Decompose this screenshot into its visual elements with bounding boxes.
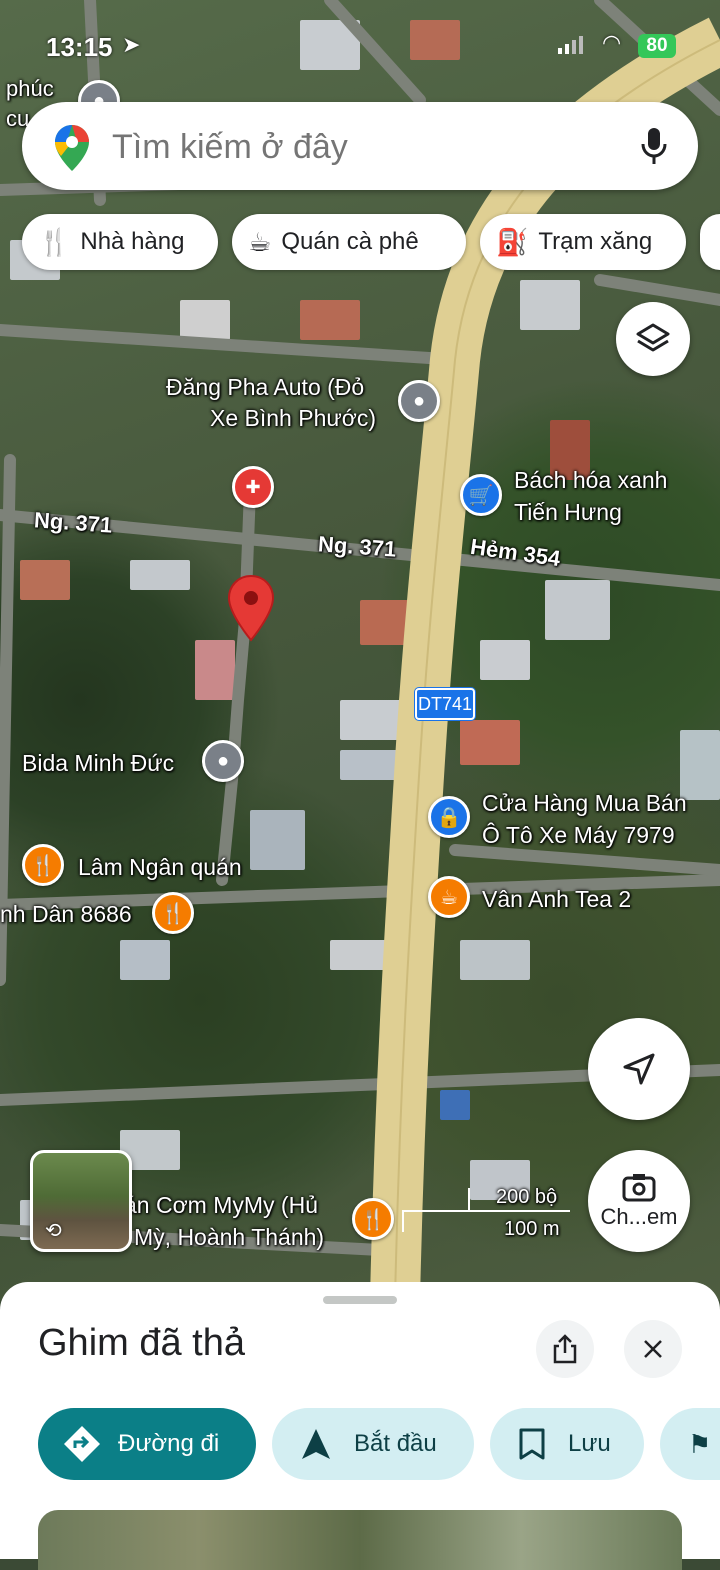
place-marker-icon[interactable]: ● (398, 380, 440, 422)
sheet-title: Ghim đã thả (38, 1322, 245, 1364)
restaurant-marker-icon[interactable]: 🍴 (352, 1198, 394, 1240)
layers-button[interactable] (616, 302, 690, 376)
route-shield: DT741 (415, 688, 475, 720)
directions-icon (64, 1426, 100, 1462)
gas-station-icon: ⛽ (496, 226, 529, 257)
pharmacy-marker-icon[interactable]: ✚ (232, 466, 274, 508)
dropped-pin-icon[interactable] (227, 574, 275, 642)
street-label: Ng. 371 (33, 507, 114, 538)
camera-icon (622, 1174, 656, 1202)
location-arrow-icon: ➤ (122, 32, 141, 57)
chip-gas[interactable]: ⛽ Trạm xăng (480, 214, 686, 270)
start-label: Bắt đầu (354, 1430, 437, 1457)
coffee-marker-icon[interactable]: ☕ (428, 876, 470, 918)
map-label-cua-hang[interactable]: Cửa Hàng Mua Bán (482, 788, 687, 818)
shopping-bag-icon[interactable]: 🔒 (428, 796, 470, 838)
scale-label-meters: 100 m (504, 1218, 560, 1240)
restaurant-marker-icon[interactable]: 🍴 (152, 892, 194, 934)
map-label-lam-ngan[interactable]: Lâm Ngân quán (78, 852, 242, 882)
map-label-bach-hoa[interactable]: Bách hóa xanh (514, 465, 667, 495)
my-location-button[interactable] (588, 1018, 690, 1120)
chip-label: Trạm xăng (538, 228, 653, 255)
save-label: Lưu (568, 1430, 611, 1457)
map-label-com[interactable]: Mỳ, Hoành Thánh) (134, 1222, 324, 1252)
map-label-nh-dan[interactable]: nh Dân 8686 (0, 899, 132, 929)
share-button[interactable] (536, 1320, 594, 1378)
status-time: 13:15 (46, 32, 113, 62)
map-label: phúc (6, 76, 54, 101)
bookmark-icon (519, 1428, 545, 1460)
camera-search-button[interactable]: Ch...em (588, 1150, 690, 1252)
place-marker-icon[interactable]: ● (202, 740, 244, 782)
share-icon (553, 1334, 577, 1364)
chip-coffee[interactable]: ☕ Quán cà phê (232, 214, 466, 270)
battery-indicator: 80 (638, 34, 676, 58)
navigation-arrow-icon (623, 1053, 655, 1085)
search-bar[interactable] (22, 102, 698, 190)
signal-icon (558, 36, 584, 54)
layers-icon (636, 323, 670, 352)
google-maps-logo-icon (55, 125, 89, 171)
search-input[interactable] (110, 122, 614, 172)
directions-label: Đường đi (118, 1430, 220, 1457)
chip-more[interactable] (700, 214, 720, 270)
camera-button-label: Ch...em (600, 1204, 678, 1229)
close-button[interactable] (624, 1320, 682, 1378)
navigation-icon (302, 1429, 330, 1459)
map-label-com[interactable]: án Cơm MyMy (Hủ (124, 1190, 318, 1220)
map-label-dang-pha[interactable]: Đăng Pha Auto (Đỏ (166, 372, 364, 402)
restaurant-icon: 🍴 (38, 226, 71, 257)
chip-label: Quán cà phê (281, 228, 419, 255)
save-button[interactable]: Lưu (490, 1408, 644, 1480)
map-label-cua-hang[interactable]: Ô Tô Xe Máy 7979 (482, 820, 675, 850)
status-bar: 13:15 ➤ ◠ 80 (0, 28, 720, 68)
place-photo[interactable] (38, 1510, 682, 1570)
map-label-bach-hoa[interactable]: Tiến Hưng (514, 497, 622, 527)
directions-button[interactable]: Đường đi (38, 1408, 256, 1480)
map-label-bida[interactable]: Bida Minh Đức (22, 748, 174, 778)
coffee-icon: ☕ (248, 226, 272, 257)
map-label-van-anh[interactable]: Vân Anh Tea 2 (482, 884, 631, 914)
street-view-thumbnail[interactable]: ⟲ (30, 1150, 132, 1252)
start-button[interactable]: Bắt đầu (272, 1408, 474, 1480)
close-icon (644, 1340, 662, 1358)
sheet-drag-handle[interactable] (323, 1296, 397, 1304)
map-label-dang-pha[interactable]: Xe Bình Phước) (210, 403, 376, 433)
street-label: Ng. 371 (317, 531, 398, 562)
chip-restaurants[interactable]: 🍴 Nhà hàng (22, 214, 218, 270)
scale-label-feet: 200 bộ (496, 1186, 558, 1208)
map-scale: 200 bộ 100 m (400, 1182, 580, 1242)
restaurant-marker-icon[interactable]: 🍴 (22, 844, 64, 886)
rotate-360-icon: ⟲ (45, 1220, 62, 1242)
chip-label: Nhà hàng (80, 228, 185, 255)
wifi-icon: ◠ (602, 30, 622, 55)
microphone-icon[interactable] (640, 126, 668, 166)
shopping-cart-icon[interactable]: 🛒 (460, 474, 502, 516)
flag-icon: ⚑ (688, 1428, 712, 1459)
